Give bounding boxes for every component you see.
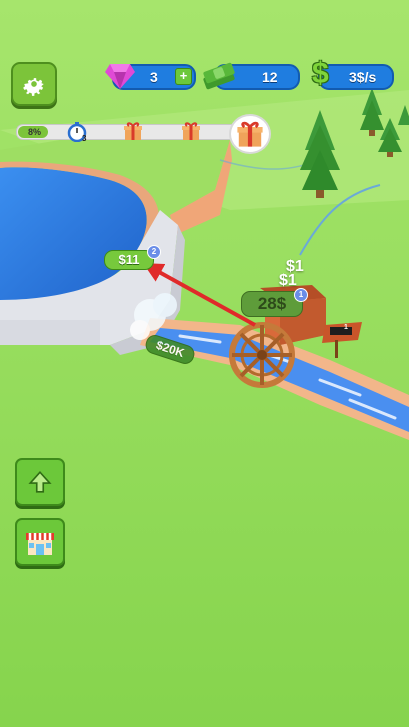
timer-badge: 3 bbox=[82, 134, 87, 143]
gear-icon bbox=[23, 78, 44, 96]
milestone-gift-2 bbox=[180, 120, 202, 142]
shop-icon bbox=[26, 533, 54, 555]
cash-counter: 12 bbox=[203, 62, 300, 90]
shop-button[interactable] bbox=[15, 518, 65, 566]
gem-icon bbox=[105, 64, 135, 89]
progress-label: 8% bbox=[28, 127, 42, 137]
milestone-big-gift[interactable] bbox=[229, 114, 271, 154]
dollar-icon: $ bbox=[312, 57, 329, 90]
upgrade-button[interactable] bbox=[15, 458, 65, 506]
mill-level-badge: 1 bbox=[294, 288, 308, 302]
settings-button[interactable] bbox=[11, 62, 57, 106]
game-scene bbox=[0, 0, 409, 727]
gift-icon bbox=[124, 122, 142, 140]
cash-stack-icon bbox=[203, 62, 235, 90]
milestone-gift-1 bbox=[122, 120, 144, 142]
add-gems-button[interactable]: + bbox=[175, 68, 192, 85]
gems-counter: 3 + bbox=[105, 64, 196, 90]
income-counter: $ 3$/s bbox=[312, 57, 394, 90]
mill-sign-text: 1 bbox=[344, 324, 348, 331]
arrow-up-icon bbox=[28, 471, 52, 493]
gift-icon bbox=[237, 121, 263, 147]
coin-float: $1 bbox=[279, 272, 297, 289]
gift-icon bbox=[182, 122, 200, 140]
income-value: 3$/s bbox=[349, 69, 377, 85]
dam-level-badge: 2 bbox=[147, 245, 161, 259]
milestone-timer: 3 bbox=[64, 120, 90, 144]
gems-value: 3 bbox=[150, 69, 158, 85]
cash-value: 12 bbox=[262, 69, 278, 85]
